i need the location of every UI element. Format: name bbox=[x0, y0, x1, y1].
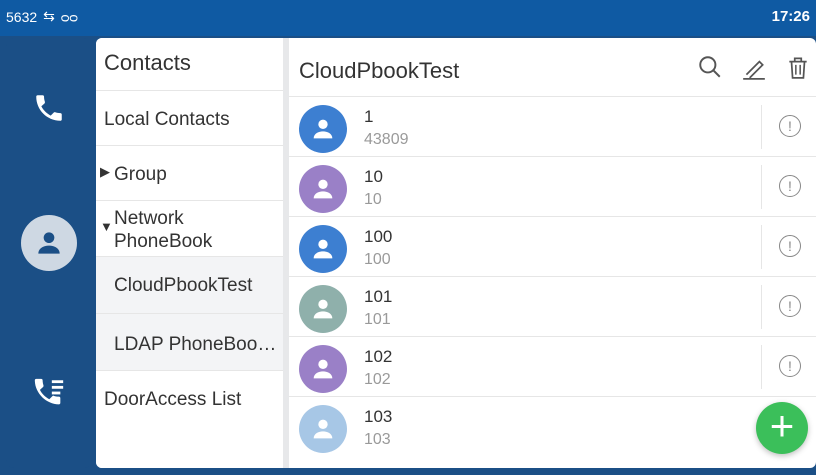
voicemail-icon: ᴑᴑ bbox=[60, 8, 78, 25]
contact-list-pane: CloudPbookTest 1 43809 ! 10 10 ! 100 100… bbox=[289, 38, 816, 468]
network-icon: ⇆ bbox=[43, 8, 55, 24]
row-separator bbox=[761, 225, 762, 269]
contact-number: 102 bbox=[364, 371, 391, 388]
info-button[interactable]: ! bbox=[779, 115, 801, 137]
menu-door-label: DoorAccess List bbox=[104, 389, 242, 410]
menu-group-label: Group bbox=[114, 164, 167, 185]
contact-number: 100 bbox=[364, 251, 391, 268]
delete-button[interactable] bbox=[785, 54, 811, 80]
menu-network-label: Network PhoneBook bbox=[114, 208, 213, 252]
sidebar bbox=[6, 38, 92, 468]
info-icon: ! bbox=[788, 298, 792, 314]
menu-ldap-label: LDAP PhoneBoo… bbox=[114, 334, 277, 355]
caret-right-icon: ▶ bbox=[100, 164, 110, 179]
info-button[interactable]: ! bbox=[779, 175, 801, 197]
contact-row[interactable]: 10 10 ! bbox=[289, 156, 816, 217]
contacts-icon bbox=[21, 215, 77, 271]
info-button[interactable]: ! bbox=[779, 355, 801, 377]
menu-cloud-pbook[interactable]: CloudPbookTest bbox=[96, 256, 283, 314]
menu-door-access[interactable]: DoorAccess List bbox=[96, 370, 283, 427]
avatar bbox=[299, 105, 347, 153]
contact-row[interactable]: 102 102 ! bbox=[289, 336, 816, 397]
row-separator bbox=[761, 105, 762, 149]
contact-row[interactable]: 103 103 bbox=[289, 396, 816, 457]
menu-title: Contacts bbox=[104, 50, 191, 75]
info-button[interactable]: ! bbox=[779, 295, 801, 317]
add-contact-button[interactable]: + bbox=[756, 402, 808, 454]
info-icon: ! bbox=[788, 358, 792, 374]
menu-ldap-phonebook[interactable]: LDAP PhoneBoo… bbox=[96, 313, 283, 371]
contact-number: 101 bbox=[364, 311, 391, 328]
row-separator bbox=[761, 345, 762, 389]
list-title: CloudPbookTest bbox=[299, 58, 460, 83]
trash-icon bbox=[789, 57, 807, 79]
contact-number: 43809 bbox=[364, 131, 409, 148]
contact-name: 101 bbox=[364, 287, 393, 306]
extension-number: 5632 bbox=[6, 8, 38, 25]
contacts-menu: Contacts Local Contacts ▶ Group ▼ Networ… bbox=[96, 38, 283, 468]
menu-group[interactable]: ▶ Group bbox=[96, 145, 283, 201]
phone-nav-button[interactable] bbox=[6, 78, 92, 138]
avatar bbox=[299, 285, 347, 333]
plus-icon: + bbox=[769, 402, 795, 449]
search-button[interactable] bbox=[697, 54, 723, 80]
avatar bbox=[299, 165, 347, 213]
menu-network-phonebook[interactable]: ▼ Network PhoneBook bbox=[96, 200, 283, 257]
search-icon bbox=[699, 56, 721, 78]
phone-icon bbox=[36, 95, 62, 121]
pencil-icon bbox=[743, 60, 765, 80]
contact-name: 100 bbox=[364, 227, 393, 246]
list-header: CloudPbookTest bbox=[289, 38, 816, 96]
contact-number: 103 bbox=[364, 431, 391, 448]
caret-down-icon: ▼ bbox=[100, 219, 113, 234]
contact-number: 10 bbox=[364, 191, 382, 208]
main-panel: Contacts Local Contacts ▶ Group ▼ Networ… bbox=[96, 38, 816, 468]
edit-button[interactable] bbox=[741, 54, 767, 80]
contact-name: 10 bbox=[364, 167, 383, 186]
info-icon: ! bbox=[788, 118, 792, 134]
status-bar: 5632 ⇆ ᴑᴑ 17:26 bbox=[0, 0, 816, 36]
contact-row[interactable]: 1 43809 ! bbox=[289, 96, 816, 157]
info-button[interactable]: ! bbox=[779, 235, 801, 257]
avatar bbox=[299, 225, 347, 273]
menu-local-contacts-label: Local Contacts bbox=[104, 109, 230, 130]
avatar bbox=[299, 345, 347, 393]
call-log-icon bbox=[34, 378, 64, 405]
menu-cloud-label: CloudPbookTest bbox=[114, 275, 253, 296]
avatar bbox=[299, 405, 347, 453]
contacts-nav-button[interactable] bbox=[6, 213, 92, 273]
contact-name: 102 bbox=[364, 347, 393, 366]
info-icon: ! bbox=[788, 238, 792, 254]
row-separator bbox=[761, 165, 762, 209]
contact-name: 1 bbox=[364, 107, 374, 126]
row-separator bbox=[761, 285, 762, 329]
clock: 17:26 bbox=[771, 8, 810, 25]
contact-row[interactable]: 101 101 ! bbox=[289, 276, 816, 337]
contact-row[interactable]: 100 100 ! bbox=[289, 216, 816, 277]
contact-name: 103 bbox=[364, 407, 393, 426]
menu-local-contacts[interactable]: Local Contacts bbox=[96, 90, 283, 146]
info-icon: ! bbox=[788, 178, 792, 194]
call-log-nav-button[interactable] bbox=[6, 363, 92, 423]
